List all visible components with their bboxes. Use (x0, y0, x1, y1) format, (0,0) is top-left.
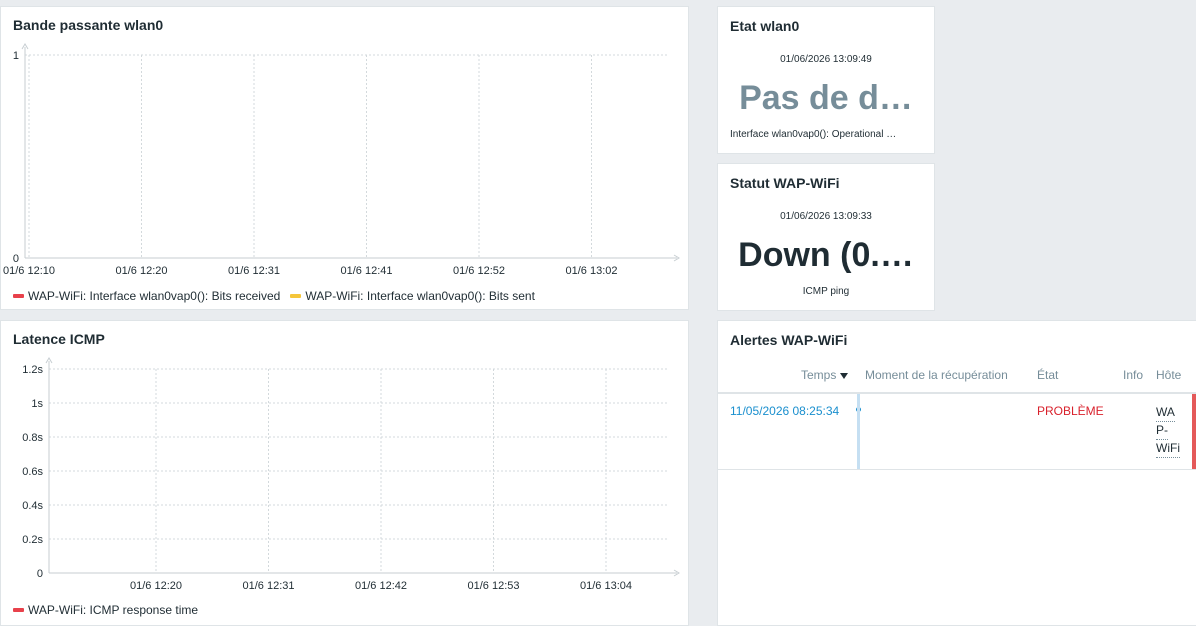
alert-status: PROBLÈME (1037, 404, 1104, 418)
latency-x-tick-label: 01/6 12:31 (243, 580, 295, 592)
bandwidth-chart[interactable]: 1 001/6 12:10 01/6 12:20 01/6 12:31 01/6 12:… (1, 7, 690, 311)
etat-wlan0-timestamp: 01/06/2026 13:09:49 (780, 54, 872, 65)
legend-item-bits-received: WAP-WiFi: Interface wlan0vap0(): Bits re… (13, 289, 280, 303)
legend-item-bits-sent: WAP-WiFi: Interface wlan0vap0(): Bits se… (290, 289, 535, 303)
alert-host-line: WiFi (1156, 440, 1180, 458)
etat-wlan0-widget[interactable]: Etat wlan0 01/06/2026 13:09:49 Pas de d…… (717, 6, 935, 154)
bandwidth-x-tick-label: 01/6 12:41 (341, 265, 393, 277)
bandwidth-x-tick-label: 01/6 12:52 (453, 265, 505, 277)
col-header-recovery[interactable]: Moment de la récupération (865, 368, 1008, 382)
latency-y-tick-label: 1.2s (22, 364, 43, 376)
sort-desc-icon (840, 372, 849, 379)
statut-wifi-title: Statut WAP-WiFi (730, 175, 840, 191)
table-row: 11/05/2026 08:25:34 PROBLÈME WA P- WiFi (718, 394, 1196, 469)
alerts-title: Alertes WAP-WiFi (730, 332, 848, 348)
latency-chart[interactable]: 1.2s 1s 0.8s 0.6s 0.4s 0.2s 0 01/6 12:20 01/6 12… (1, 321, 690, 626)
bandwidth-y-tick-label: 1 (13, 50, 19, 62)
legend-label-bits-sent: WAP-WiFi: Interface wlan0vap0(): Bits se… (305, 289, 535, 303)
col-header-info: Info (1123, 368, 1144, 382)
bandwidth-x-tick-label: 01/6 12:31 (228, 265, 280, 277)
latency-y-tick-label: 1s (31, 398, 43, 410)
bandwidth-graph-widget: Bande passante wlan0 1 0 01/6 12:10 01/6 12… (0, 6, 689, 310)
alert-host-line: WA (1156, 404, 1175, 422)
latency-graph-widget: Latence ICMP 1.2s 1s 0.8s 0.6s 0.4s 0.2s 0 01/6… (0, 320, 689, 626)
col-header-host[interactable]: Hôte (1156, 368, 1181, 382)
row-separator (718, 469, 1196, 470)
etat-wlan0-value: Pas de d… (739, 79, 913, 117)
alerts-widget: Alertes WAP-WiFi Temps Moment de la récu… (717, 320, 1196, 626)
latency-x-tick-label: 01/6 12:20 (130, 580, 182, 592)
latency-y-tick-label: 0.2s (22, 534, 43, 546)
alert-time-link[interactable]: 11/05/2026 08:25:34 (730, 404, 839, 418)
timeline-line (857, 394, 860, 469)
latency-x-tick-label: 01/6 12:53 (468, 580, 520, 592)
alert-host-link[interactable]: WA P- WiFi (1156, 404, 1180, 458)
statut-wifi-timestamp: 01/06/2026 13:09:33 (780, 211, 872, 222)
legend-label-bits-received: WAP-WiFi: Interface wlan0vap0(): Bits re… (28, 289, 281, 303)
latency-x-tick-label: 01/6 12:42 (355, 580, 407, 592)
col-header-status[interactable]: État (1037, 368, 1058, 382)
statut-wifi-value: Down (0.… (738, 236, 914, 274)
latency-y-tick-label: 0.4s (22, 500, 43, 512)
latency-x-tick-label: 01/6 13:04 (580, 580, 632, 592)
legend-swatch-bits-sent (290, 294, 302, 298)
latency-y-tick-label: 0.6s (22, 466, 43, 478)
legend-item-icmp-response: WAP-WiFi: ICMP response time (13, 603, 198, 617)
col-header-time-label: Temps (801, 368, 837, 382)
alert-host-line: P- (1156, 422, 1168, 440)
bandwidth-x-tick-label: 01/6 13:02 (566, 265, 618, 277)
legend-swatch-bits-received (13, 294, 24, 298)
latency-y-tick-label: 0.8s (22, 432, 43, 444)
legend-label-icmp-response: WAP-WiFi: ICMP response time (28, 603, 199, 617)
bandwidth-y-tick-label: 0 (13, 253, 19, 265)
statut-wifi-description: ICMP ping (802, 286, 850, 297)
etat-wlan0-title: Etat wlan0 (730, 18, 800, 34)
latency-y-tick-label: 0 (37, 568, 43, 580)
etat-wlan0-description: Interface wlan0vap0(): Operational … (730, 129, 897, 140)
bandwidth-x-tick-label: 01/6 12:20 (116, 265, 168, 277)
latency-legend: WAP-WiFi: ICMP response time (13, 603, 208, 617)
col-header-time[interactable]: Temps (801, 368, 849, 382)
statut-wifi-widget[interactable]: Statut WAP-WiFi 01/06/2026 13:09:33 Down… (717, 163, 935, 311)
severity-bar (1192, 394, 1196, 469)
bandwidth-legend: WAP-WiFi: Interface wlan0vap0(): Bits re… (13, 289, 545, 303)
bandwidth-x-tick-label: 01/6 12:10 (3, 265, 55, 277)
legend-swatch-icmp-response (13, 608, 24, 612)
